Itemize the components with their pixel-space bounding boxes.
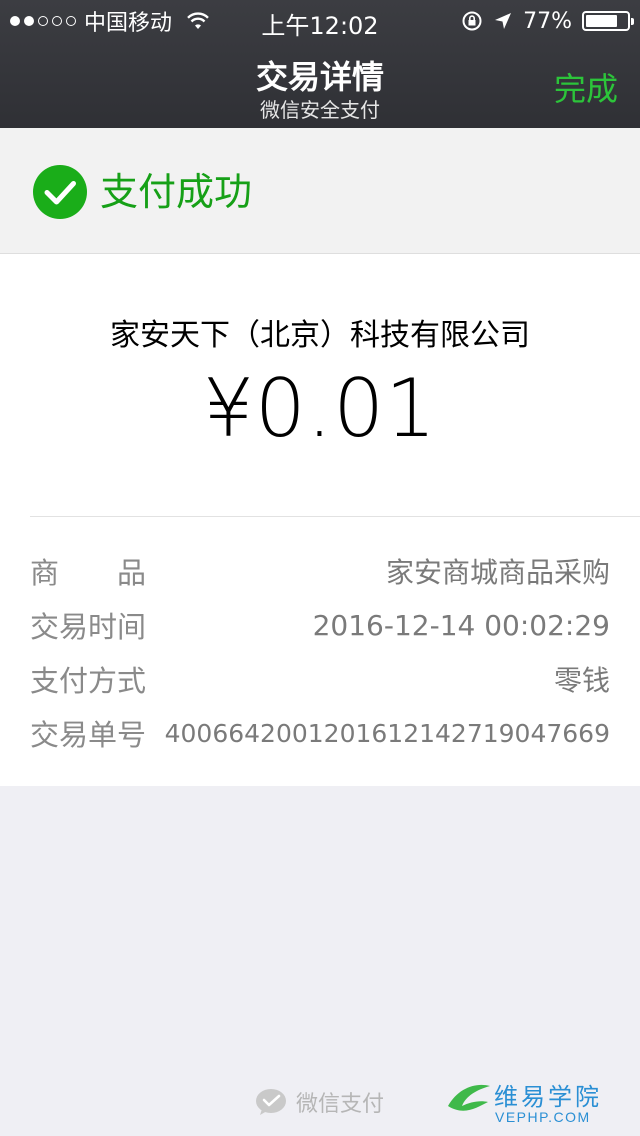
payment-method-label: 支付方式 bbox=[30, 664, 147, 698]
status-bar: 中国移动 上午12:02 77% bbox=[0, 0, 640, 40]
payment-method-value: 零钱 bbox=[553, 664, 610, 697]
transaction-time-row: 交易时间 2016-12-14 00:02:29 bbox=[30, 605, 610, 645]
transaction-time-value: 2016-12-14 00:02:29 bbox=[312, 608, 610, 642]
page-subtitle: 微信安全支付 bbox=[260, 98, 380, 122]
svg-text:维易学院: 维易学院 bbox=[494, 1084, 602, 1111]
wechat-pay-footer: 微信支付 bbox=[254, 1086, 384, 1118]
battery-level bbox=[586, 15, 617, 27]
transaction-time-label: 交易时间 bbox=[30, 610, 147, 644]
divider bbox=[30, 516, 640, 517]
status-right: 77% bbox=[461, 7, 634, 35]
order-number-label: 交易单号 bbox=[30, 718, 147, 752]
success-check-icon bbox=[33, 165, 87, 219]
page-title: 交易详情 bbox=[255, 58, 384, 96]
wechat-icon bbox=[256, 1089, 286, 1115]
done-button[interactable]: 完成 bbox=[554, 64, 618, 110]
svg-text:VEPHP.COM: VEPHP.COM bbox=[495, 1109, 591, 1125]
goods-value: 家安商城商品采购 bbox=[385, 556, 610, 589]
success-banner: 支付成功 bbox=[0, 128, 640, 254]
wechat-pay-label: 微信支付 bbox=[296, 1092, 385, 1117]
header: 中国移动 上午12:02 77% 交易详情 微信安全支付 完成 bbox=[0, 0, 640, 128]
goods-row: 商 品 家安商城商品采购 bbox=[30, 551, 610, 591]
merchant-name: 家安天下（北京）科技有限公司 bbox=[110, 318, 530, 353]
order-number-value: 4006642001201612142719047669 bbox=[164, 718, 610, 748]
vephp-watermark-logo: 维易学院 VEPHP.COM bbox=[448, 1084, 602, 1125]
payment-amount: ¥0.01 bbox=[202, 362, 438, 455]
battery-percent: 77% bbox=[523, 8, 572, 34]
battery-icon bbox=[582, 11, 634, 31]
goods-label: 商 品 bbox=[30, 556, 146, 590]
transaction-detail-card: 家安天下（北京）科技有限公司 ¥0.01 商 品 家安商城商品采购 交易时间 2… bbox=[0, 254, 640, 786]
success-message: 支付成功 bbox=[100, 170, 253, 214]
rotation-lock-icon bbox=[462, 11, 482, 31]
location-icon bbox=[495, 13, 512, 29]
payment-method-row: 支付方式 零钱 bbox=[30, 659, 610, 699]
order-number-row: 交易单号 4006642001201612142719047669 bbox=[30, 713, 610, 753]
